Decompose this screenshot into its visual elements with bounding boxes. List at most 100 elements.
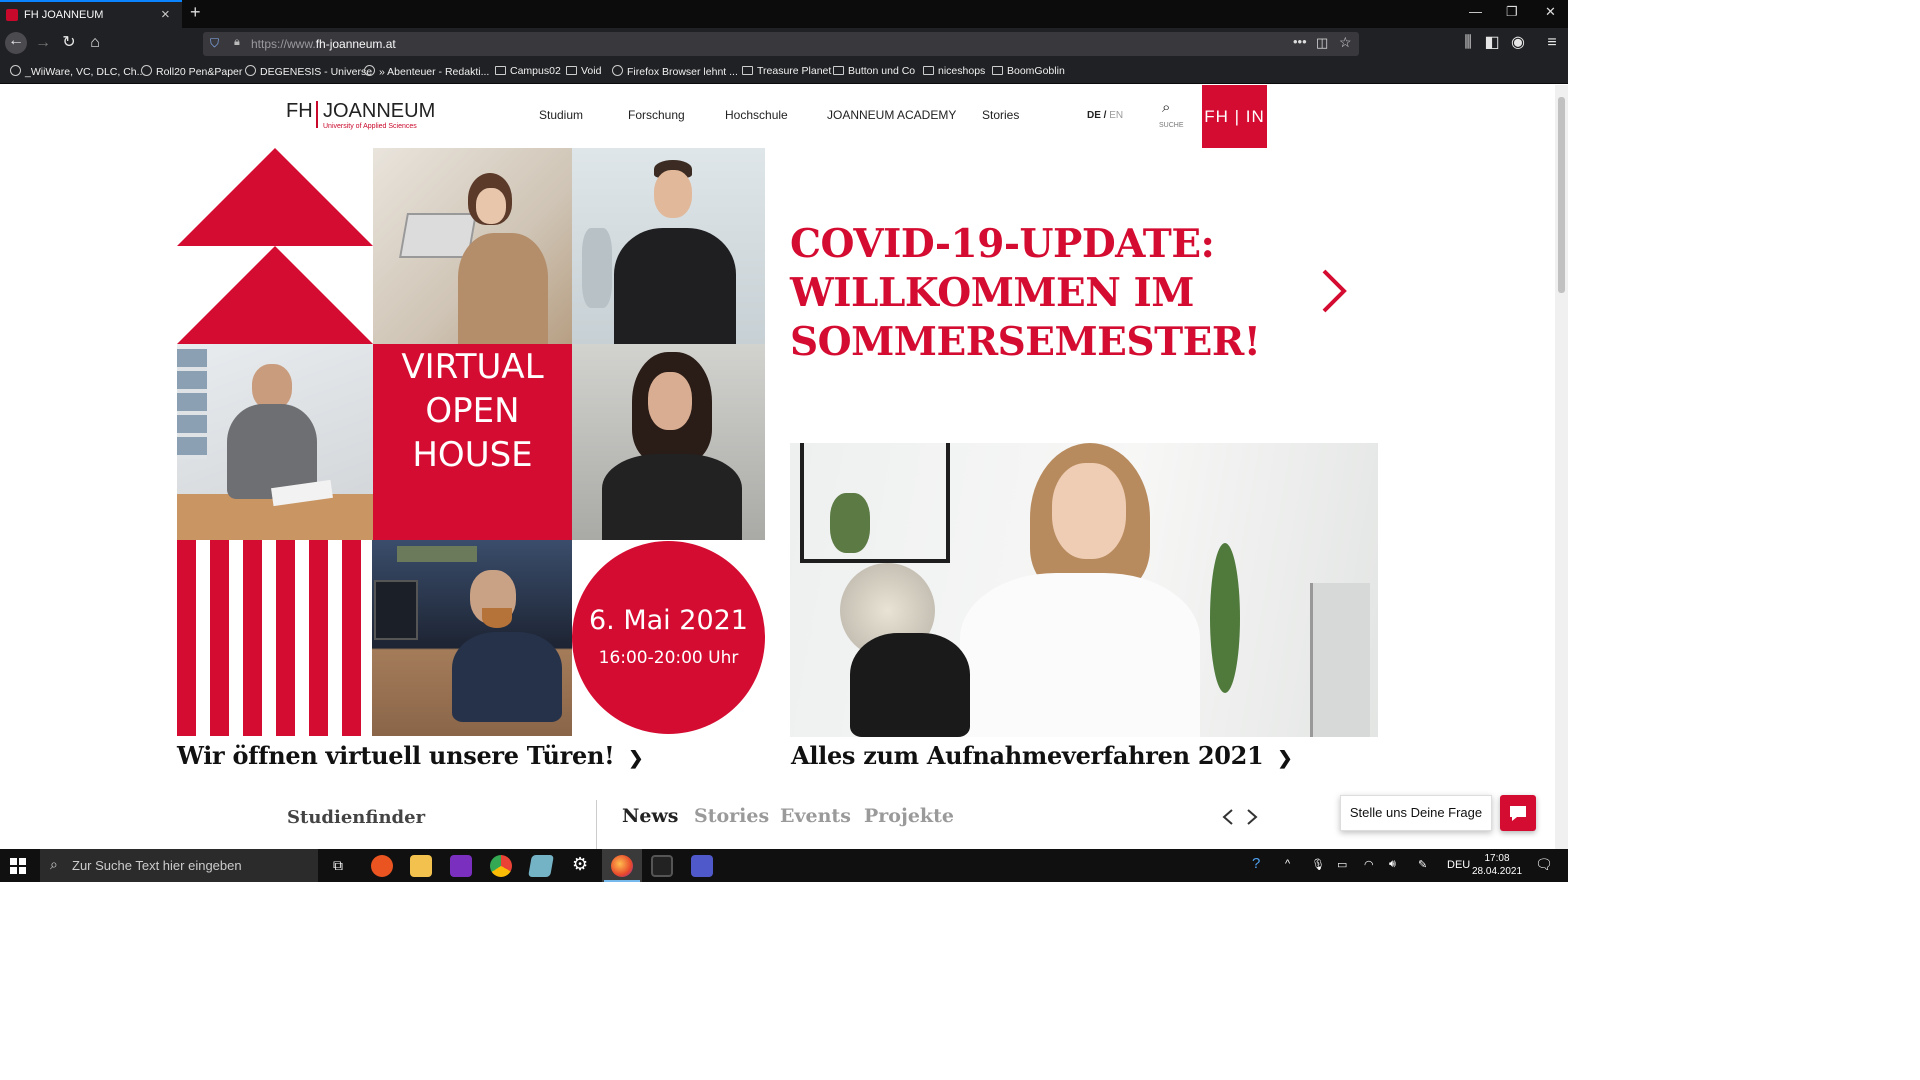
- reload-icon[interactable]: ↻: [59, 34, 79, 52]
- notes-app-icon[interactable]: [528, 855, 554, 877]
- file-explorer-icon[interactable]: [410, 855, 432, 877]
- tab-events[interactable]: Events: [780, 805, 851, 827]
- admission-link[interactable]: Alles zum Aufnahmeverfahren 2021 ❯: [791, 741, 1293, 770]
- forward-icon[interactable]: →: [33, 34, 53, 52]
- scrollbar-thumb[interactable]: [1558, 97, 1565, 293]
- open-house-link[interactable]: Wir öffnen virtuell unsere Türen! ❯: [177, 741, 643, 770]
- obs-icon[interactable]: [651, 855, 673, 877]
- back-icon[interactable]: ←: [5, 32, 27, 54]
- microphone-icon[interactable]: 🎙︎: [1311, 858, 1325, 871]
- studienfinder-heading[interactable]: Studienfinder: [287, 807, 425, 828]
- bookmark-star-icon[interactable]: ☆: [1339, 34, 1352, 51]
- nav-stories[interactable]: Stories: [982, 108, 1019, 122]
- bookmark-folder[interactable]: Treasure Planet: [742, 65, 831, 77]
- search-icon: ⌕: [50, 856, 58, 872]
- ubuntu-app-icon[interactable]: [371, 855, 393, 877]
- browser-tab[interactable]: FH JOANNEUM ×: [0, 0, 182, 28]
- globe-icon: [245, 65, 256, 76]
- chat-button[interactable]: [1500, 795, 1536, 831]
- bookmark-folder[interactable]: Void: [566, 65, 601, 77]
- lang-en[interactable]: EN: [1109, 110, 1123, 121]
- bookmark-item[interactable]: Roll20 Pen&Paper: [141, 65, 242, 78]
- library-icon[interactable]: ⫼: [1458, 34, 1478, 52]
- minimize-icon[interactable]: —: [1469, 4, 1482, 19]
- fh-in-button[interactable]: FH | IN: [1202, 85, 1267, 148]
- tab-stories[interactable]: Stories: [694, 805, 769, 827]
- restore-icon[interactable]: ❐: [1506, 4, 1518, 20]
- sidebar-icon[interactable]: ◧: [1482, 34, 1502, 52]
- covid-line-3: SOMMERSEMESTER!: [790, 319, 1261, 365]
- bookmark-folder[interactable]: niceshops: [923, 65, 985, 77]
- vo-line-3: HOUSE: [412, 435, 533, 475]
- chrome-icon[interactable]: [490, 855, 512, 877]
- task-view-icon[interactable]: ⧉: [333, 857, 343, 874]
- bookmark-folder[interactable]: BoomGoblin: [992, 65, 1065, 77]
- event-time: 16:00-20:00 Uhr: [598, 648, 739, 668]
- settings-gear-icon[interactable]: ⚙: [572, 854, 588, 875]
- close-window-icon[interactable]: ✕: [1545, 4, 1556, 20]
- globe-icon: [141, 65, 152, 76]
- site-favicon-icon: [6, 9, 18, 21]
- lock-icon[interactable]: 🔒︎: [234, 36, 240, 49]
- web-page: FH JOANNEUM University of Applied Scienc…: [0, 85, 1555, 849]
- volume-icon[interactable]: 🔊︎: [1389, 858, 1396, 871]
- input-language[interactable]: DEU: [1447, 859, 1470, 871]
- home-icon[interactable]: ⌂: [85, 34, 105, 52]
- teams-icon[interactable]: [691, 855, 713, 877]
- help-icon[interactable]: ?: [1252, 855, 1260, 872]
- bookmark-item[interactable]: DEGENESIS - Universe: [245, 65, 372, 78]
- firefox-icon[interactable]: [611, 855, 633, 877]
- lang-de[interactable]: DE: [1087, 110, 1101, 121]
- red-triangles-graphic: [177, 148, 373, 344]
- notifications-icon[interactable]: 🗨︎: [1535, 856, 1553, 873]
- clock-time: 17:08: [1484, 853, 1510, 864]
- folder-icon: [566, 66, 577, 75]
- bookmark-item[interactable]: » Abenteuer - Redakti...: [364, 65, 489, 78]
- url-bar[interactable]: ⛉ 🔒︎ https://www.fh-joanneum.at ••• ◫ ☆: [203, 32, 1359, 56]
- tab-projekte[interactable]: Projekte: [864, 805, 954, 827]
- covid-headline[interactable]: COVID-19-UPDATE: WILLKOMMEN IM SOMMERSEM…: [790, 220, 1290, 367]
- jacket-shape: [614, 228, 736, 344]
- search-icon[interactable]: ⌕: [1162, 99, 1170, 116]
- onenote-icon[interactable]: [450, 855, 472, 877]
- previous-arrow-icon[interactable]: [1221, 808, 1235, 826]
- folder-icon: [923, 66, 934, 75]
- bookmark-folder[interactable]: Campus02: [495, 65, 561, 77]
- nav-forschung[interactable]: Forschung: [628, 108, 685, 122]
- nav-hochschule[interactable]: Hochschule: [725, 108, 788, 122]
- poster-shape: [397, 546, 477, 562]
- tab-news[interactable]: News: [622, 805, 679, 827]
- pen-icon[interactable]: ✎: [1418, 858, 1427, 871]
- new-tab-icon[interactable]: +: [190, 2, 201, 23]
- bookmark-folder[interactable]: Button und Co: [833, 65, 915, 77]
- face-shape: [1052, 463, 1126, 559]
- vo-line-2: OPEN: [425, 391, 520, 431]
- close-tab-icon[interactable]: ×: [161, 6, 170, 23]
- event-date-badge[interactable]: [572, 541, 765, 734]
- chevron-right-icon[interactable]: [1316, 267, 1356, 317]
- search-label[interactable]: SUCHE: [1159, 122, 1184, 129]
- bookmark-item[interactable]: _WiiWare, VC, DLC, Ch...: [10, 65, 145, 78]
- nav-studium[interactable]: Studium: [539, 108, 583, 122]
- photo-student-jacket: [572, 148, 765, 344]
- page-scrollbar[interactable]: [1555, 85, 1568, 849]
- photo-admission[interactable]: [790, 443, 1378, 737]
- site-logo[interactable]: FH JOANNEUM University of Applied Scienc…: [286, 95, 435, 135]
- battery-icon[interactable]: ▭: [1337, 858, 1347, 871]
- page-actions-icon[interactable]: •••: [1293, 34, 1307, 49]
- account-icon[interactable]: ◉: [1508, 34, 1528, 52]
- chat-prompt[interactable]: Stelle uns Deine Frage: [1340, 795, 1492, 831]
- clock[interactable]: 17:08 28.04.2021: [1472, 852, 1522, 878]
- bookmark-item[interactable]: Firefox Browser lehnt ...: [612, 65, 738, 78]
- nav-joanneum-academy[interactable]: JOANNEUM ACADEMY: [827, 108, 956, 122]
- next-arrow-icon[interactable]: [1245, 808, 1259, 826]
- tracking-protection-icon[interactable]: ⛉: [210, 36, 219, 51]
- taskbar-search[interactable]: ⌕ Zur Suche Text hier eingeben: [40, 849, 318, 882]
- laptop-shape: [1310, 583, 1370, 737]
- windows-start-icon[interactable]: [10, 858, 26, 874]
- pocket-icon[interactable]: ◫: [1316, 35, 1328, 51]
- vo-line-1: VIRTUAL: [401, 347, 544, 387]
- wifi-icon[interactable]: ◠: [1364, 858, 1374, 871]
- show-hidden-icons-icon[interactable]: ^: [1285, 858, 1290, 870]
- menu-icon[interactable]: ≡: [1542, 34, 1562, 52]
